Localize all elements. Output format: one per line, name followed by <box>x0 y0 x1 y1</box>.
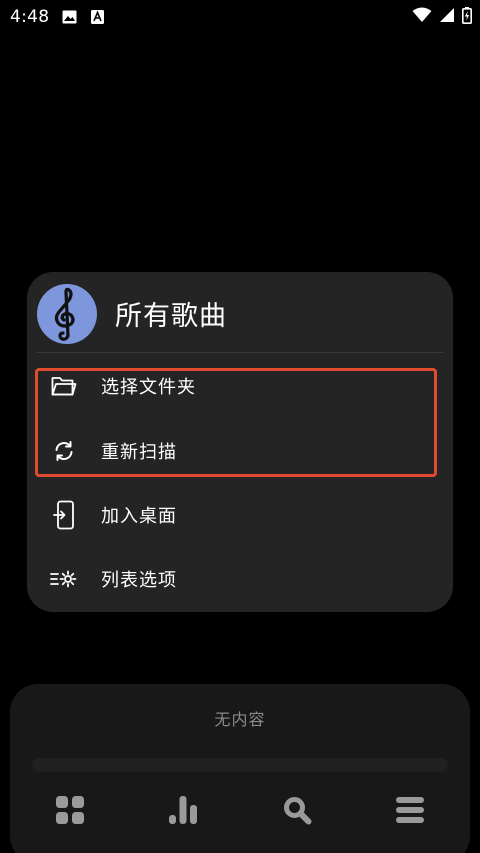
search-icon[interactable] <box>277 790 317 830</box>
status-time: 4:48 <box>10 7 50 27</box>
menu-icon[interactable] <box>390 790 430 830</box>
menu-item-label: 重新扫描 <box>101 442 177 463</box>
bar-chart-icon[interactable] <box>163 790 203 830</box>
refresh-icon <box>49 436 79 466</box>
menu-divider <box>37 352 443 353</box>
battery-charging-icon <box>462 6 472 28</box>
menu-item-add-to-desktop[interactable]: 加入桌面 <box>37 487 443 543</box>
cellular-signal-icon <box>439 7 455 27</box>
empty-state-text: 无内容 <box>214 710 266 729</box>
text-a-icon <box>91 10 105 24</box>
folder-icon <box>49 371 79 401</box>
bottom-player-panel: 无内容 <box>10 684 470 853</box>
menu-item-label: 选择文件夹 <box>101 377 196 398</box>
context-menu: 所有歌曲 选择文件夹 重新扫描 加入桌面 列表选项 <box>27 272 453 612</box>
grid-icon[interactable] <box>50 790 90 830</box>
menu-title: 所有歌曲 <box>115 301 227 332</box>
menu-item-label: 加入桌面 <box>101 506 177 527</box>
treble-clef-icon <box>37 284 97 344</box>
menu-item-rescan[interactable]: 重新扫描 <box>37 423 443 479</box>
menu-item-select-folder[interactable]: 选择文件夹 <box>37 358 443 414</box>
progress-track[interactable] <box>32 758 448 772</box>
menu-item-list-options[interactable]: 列表选项 <box>37 551 443 607</box>
add-to-home-icon <box>49 500 79 530</box>
menu-item-label: 列表选项 <box>101 570 177 591</box>
status-bar: 4:48 <box>0 0 480 34</box>
list-settings-icon <box>49 564 79 594</box>
menu-header: 所有歌曲 <box>27 272 453 354</box>
bottom-nav <box>10 790 470 830</box>
image-icon <box>62 10 77 24</box>
wifi-icon <box>412 7 432 27</box>
